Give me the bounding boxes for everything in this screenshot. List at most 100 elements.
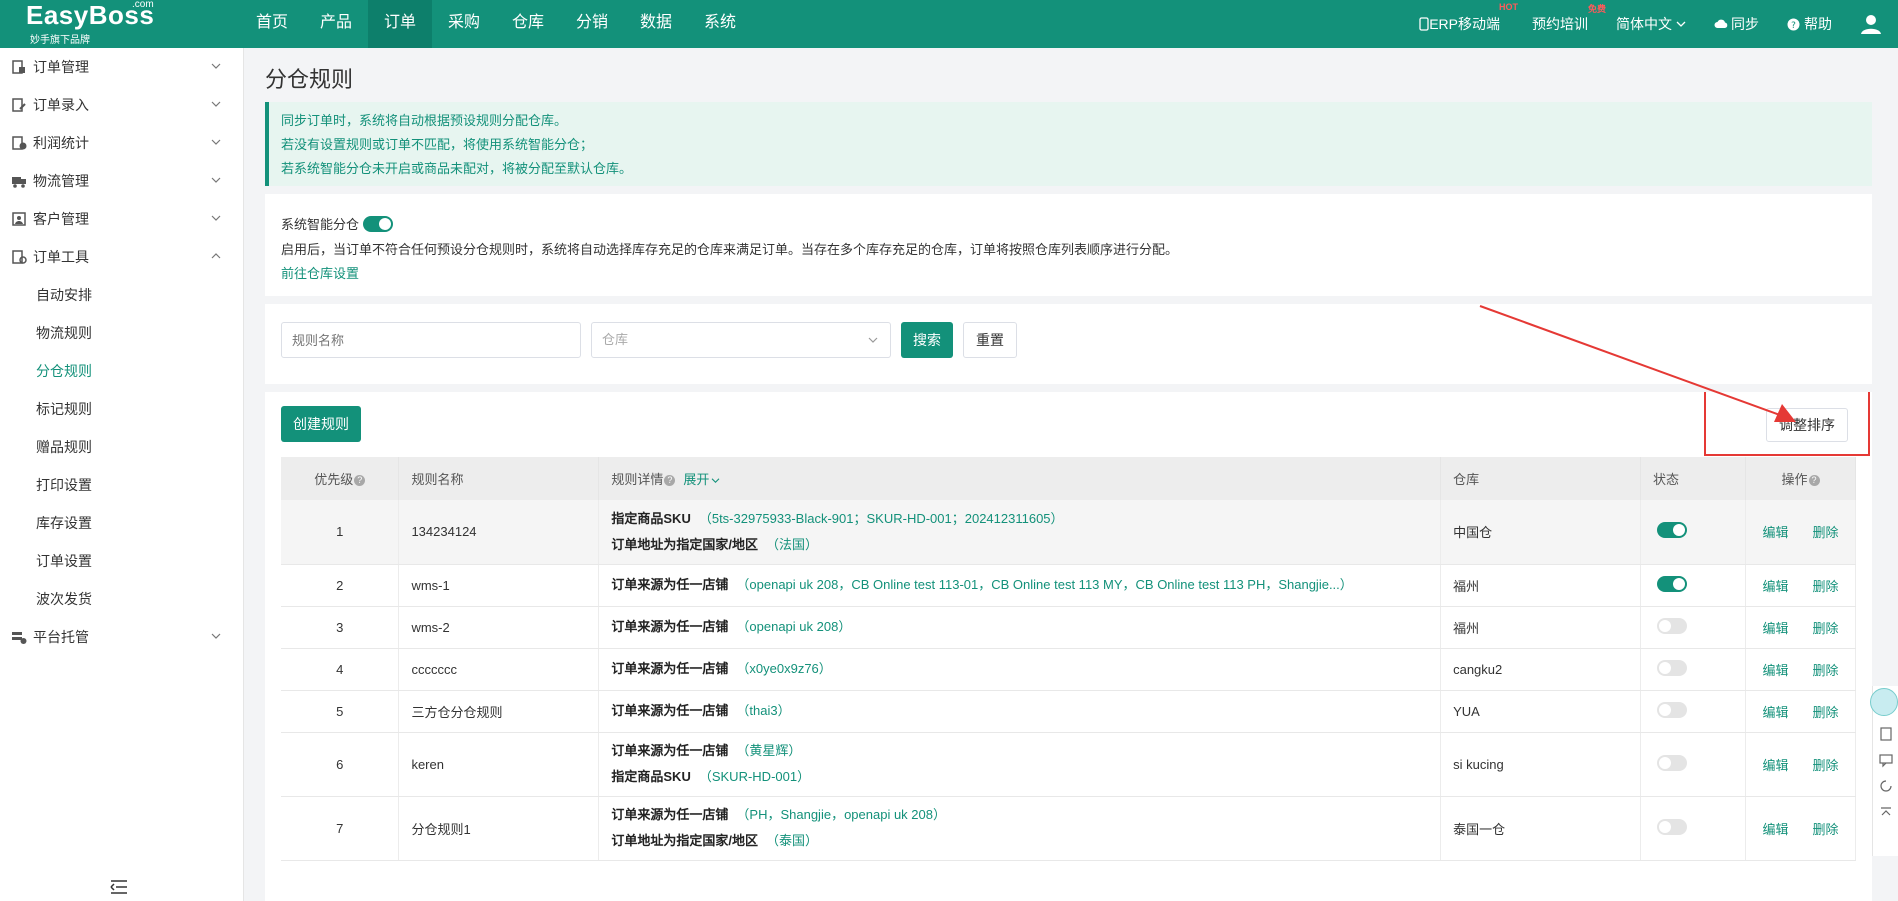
sidebar-subitem[interactable]: 库存设置 [0, 504, 243, 542]
main-content: 分仓规则 同步订单时，系统将自动根据预设规则分配仓库。 若没有设置规则或订单不匹… [265, 48, 1872, 901]
help-button[interactable]: ? 帮助 [1787, 14, 1832, 34]
nav-item[interactable]: 系统 [688, 0, 752, 48]
rule-condition: 订单地址为指定国家/地区 （法国） [611, 532, 1440, 558]
status-toggle[interactable] [1657, 617, 1688, 634]
status-toggle[interactable] [1657, 701, 1688, 718]
delete-link[interactable]: 删除 [1813, 705, 1839, 720]
sidebar-group-6[interactable]: 订单工具 [0, 238, 243, 276]
condition-value: （openapi uk 208） [736, 619, 852, 634]
nav-item[interactable]: 首页 [240, 0, 304, 48]
sync-button[interactable]: 同步 [1714, 14, 1759, 34]
edit-link[interactable]: 编辑 [1762, 579, 1788, 594]
edit-link[interactable]: 编辑 [1762, 705, 1788, 720]
sidebar-group-4[interactable]: 物流管理 [0, 162, 243, 200]
edit-link[interactable]: 编辑 [1762, 758, 1788, 773]
status-toggle[interactable] [1657, 575, 1688, 592]
delete-link[interactable]: 删除 [1813, 663, 1839, 678]
edit-link[interactable]: 编辑 [1762, 621, 1788, 636]
condition-label: 订单来源为任一店铺 [611, 807, 729, 822]
edit-link[interactable]: 编辑 [1762, 525, 1788, 540]
status-toggle[interactable] [1657, 522, 1688, 539]
table-header-row: 优先级? 规则名称 规则详情? 展开 仓库 状态 操作? [281, 457, 1856, 500]
expand-toggle[interactable]: 展开 [683, 472, 720, 487]
question-icon[interactable]: ? [1808, 475, 1820, 486]
nav-item[interactable]: 分销 [560, 0, 624, 48]
nav-item[interactable]: 数据 [624, 0, 688, 48]
sidebar-group-3[interactable]: 利润统计 [0, 124, 243, 162]
rule-name-input[interactable] [281, 322, 581, 358]
sidebar-subitem[interactable]: 赠品规则 [0, 428, 243, 466]
edit-link[interactable]: 编辑 [1762, 663, 1788, 678]
status-toggle[interactable] [1657, 818, 1688, 835]
cell-status [1640, 690, 1746, 733]
chevron-down-icon [1676, 21, 1686, 27]
nav-item[interactable]: 仓库 [496, 0, 560, 48]
sidebar-group-1[interactable]: 订单管理 [0, 48, 243, 86]
refresh-icon[interactable] [1878, 778, 1894, 794]
sidebar-subitem[interactable]: 标记规则 [0, 390, 243, 428]
sidebar-subitem[interactable]: 自动安排 [0, 276, 243, 314]
nav-item[interactable]: 产品 [304, 0, 368, 48]
condition-value: （5ts-32975933-Black-901；SKUR-HD-001；2024… [698, 510, 1064, 526]
sidebar-group-2[interactable]: 订单录入 [0, 86, 243, 124]
search-button[interactable]: 搜索 [901, 322, 953, 358]
warehouse-settings-link[interactable]: 前往仓库设置 [281, 263, 1856, 282]
language-select[interactable]: 简体中文 [1616, 14, 1686, 34]
user-avatar-icon[interactable] [1860, 13, 1882, 35]
cell-name: wms-1 [398, 564, 600, 607]
delete-link[interactable]: 删除 [1813, 621, 1839, 636]
sidebar-subitem[interactable]: 物流规则 [0, 314, 243, 352]
nav-item[interactable]: 采购 [432, 0, 496, 48]
help-label: 帮助 [1804, 16, 1832, 32]
sidebar-group-5[interactable]: 客户管理 [0, 200, 243, 238]
delete-link[interactable]: 删除 [1813, 758, 1839, 773]
sidebar-group-platform[interactable]: 平台托管 [0, 618, 243, 656]
create-rule-button[interactable]: 创建规则 [281, 406, 361, 442]
rule-condition: 订单来源为任一店铺 （PH，Shangjie，openapi uk 208） [611, 802, 1440, 828]
delete-link[interactable]: 删除 [1813, 525, 1839, 540]
cell-name: 三方仓分仓规则 [398, 690, 600, 733]
status-toggle[interactable] [1657, 659, 1688, 676]
erp-mobile-link[interactable]: ERP移动端 HOT [1419, 2, 1518, 34]
nav-item[interactable]: 订单 [368, 0, 432, 48]
delete-link[interactable]: 删除 [1813, 822, 1839, 837]
back-to-top-icon[interactable] [1878, 804, 1894, 820]
sidebar-group-label: 物流管理 [33, 173, 89, 189]
language-label: 简体中文 [1616, 16, 1672, 32]
edit-link[interactable]: 编辑 [1762, 822, 1788, 837]
training-link[interactable]: 预约培训 免费 [1532, 4, 1606, 34]
order-entry-icon [12, 98, 26, 112]
document-icon[interactable] [1878, 726, 1894, 742]
cell-warehouse: 泰国一仓 [1440, 796, 1642, 861]
cell-priority: 5 [281, 690, 400, 733]
sidebar-subitem[interactable]: 打印设置 [0, 466, 243, 504]
chevron-down-icon [211, 215, 221, 221]
delete-link[interactable]: 删除 [1813, 579, 1839, 594]
cell-detail: 订单来源为任一店铺 （PH，Shangjie，openapi uk 208） 订单地… [598, 796, 1442, 861]
reset-button[interactable]: 重置 [963, 322, 1017, 358]
sidebar-subitem[interactable]: 波次发货 [0, 580, 243, 618]
cell-status [1640, 796, 1746, 861]
status-toggle[interactable] [1657, 754, 1688, 771]
cell-name: 134234124 [398, 500, 600, 565]
notice-line: 若没有设置规则或订单不匹配，将使用系统智能分仓； [281, 137, 594, 152]
warehouse-select[interactable]: 仓库 [591, 322, 891, 358]
logo[interactable]: EasyBoss .com 妙手旗下品牌 [0, 0, 200, 48]
assistant-avatar-icon[interactable] [1870, 688, 1898, 716]
sidebar-subitem[interactable]: 分仓规则 [0, 352, 243, 390]
customer-icon [12, 212, 26, 226]
cell-priority: 2 [281, 564, 400, 607]
chevron-down-icon [211, 101, 221, 107]
sidebar-group-label: 订单工具 [33, 249, 89, 265]
question-icon[interactable]: ? [354, 475, 366, 486]
condition-label: 订单地址为指定国家/地区 [611, 536, 759, 552]
sidebar-subitem[interactable]: 订单设置 [0, 542, 243, 580]
cell-name: wms-2 [398, 606, 600, 649]
question-icon[interactable]: ? [664, 475, 676, 486]
collapse-menu-icon[interactable] [110, 879, 128, 895]
rule-condition: 订单来源为任一店铺 （thai3） [611, 698, 1440, 724]
message-icon[interactable] [1878, 752, 1894, 768]
condition-label: 指定商品SKU [611, 769, 691, 784]
smart-allocation-toggle[interactable] [363, 215, 394, 232]
sync-label: 同步 [1731, 16, 1759, 32]
